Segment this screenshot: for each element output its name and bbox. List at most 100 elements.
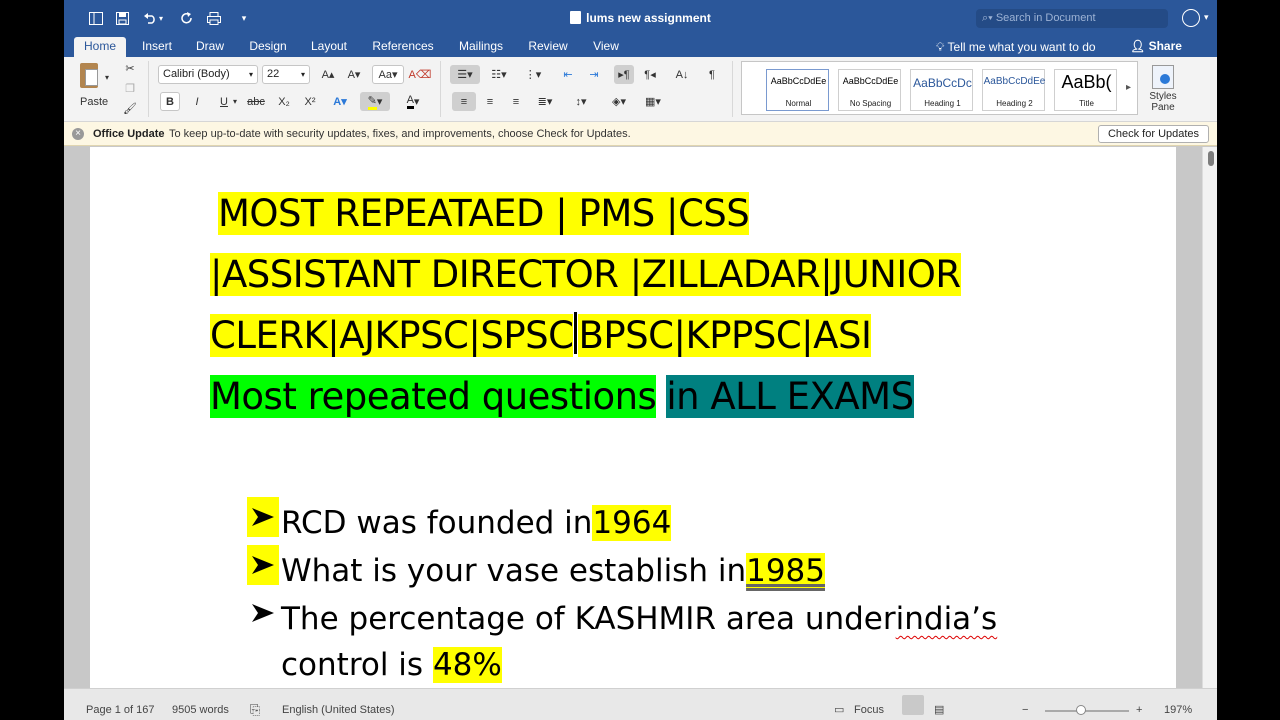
print-layout-icon[interactable] [902, 695, 924, 715]
bullet-text: What is your vase establish in [281, 553, 747, 589]
zoom-out-icon[interactable]: − [1022, 689, 1028, 720]
justify-icon[interactable]: ≣▾ [530, 92, 560, 111]
styles-gallery: AaBbCcDdEe Normal AaBbCcDdEe No Spacing … [741, 61, 1138, 115]
strikethrough-button[interactable]: abc [246, 92, 266, 111]
tab-draw[interactable]: Draw [190, 37, 230, 57]
close-icon[interactable]: × [72, 128, 84, 140]
styles-pane-button[interactable]: Styles Pane [1146, 65, 1180, 113]
tab-view[interactable]: View [586, 37, 626, 57]
shading-icon[interactable]: ◈▾ [604, 92, 634, 111]
tab-references[interactable]: References [366, 37, 440, 57]
font-size-value: 22 [267, 68, 280, 80]
tab-home[interactable]: Home [74, 37, 126, 57]
web-layout-icon[interactable]: ▤ [934, 689, 944, 720]
bullet-text: RCD was founded in [281, 505, 593, 541]
share-button[interactable]: 👤︎ Share [1130, 39, 1182, 53]
paste-icon[interactable] [80, 63, 98, 88]
feedback-smiley-icon[interactable] [1182, 9, 1200, 27]
line-spacing-icon[interactable]: ↕▾ [566, 92, 596, 111]
italic-button[interactable]: I [187, 92, 207, 111]
status-bar: Page 1 of 167 9505 words ⎘ English (Unit… [64, 688, 1217, 720]
underline-dropdown-icon[interactable]: ▾ [230, 92, 240, 111]
ltr-paragraph-icon[interactable]: ▸¶ [614, 65, 634, 84]
document-icon [570, 11, 582, 24]
rtl-paragraph-icon[interactable]: ¶◂ [640, 65, 660, 84]
bullet-text-misspelled: india’s [895, 601, 998, 637]
language-indicator[interactable]: English (United States) [282, 689, 395, 720]
document-page[interactable]: MOST REPEATAED | PMS |CSS |ASSISTANT DIR… [90, 147, 1176, 688]
tab-insert[interactable]: Insert [134, 37, 180, 57]
style-no-spacing[interactable]: AaBbCcDdEe No Spacing [838, 69, 901, 111]
zoom-slider[interactable] [1045, 705, 1129, 715]
ribbon-divider [732, 61, 733, 117]
increase-indent-icon[interactable]: ⇥ [584, 65, 604, 84]
focus-label[interactable]: Focus [854, 689, 884, 720]
tab-design[interactable]: Design [242, 37, 294, 57]
tab-layout[interactable]: Layout [304, 37, 354, 57]
word-count[interactable]: 9505 words [172, 689, 229, 720]
ribbon-tabs: Home Insert Draw Design Layout Reference… [64, 37, 1217, 57]
paste-label[interactable]: Paste [80, 96, 108, 108]
bullet-highlight: 48% [432, 647, 502, 683]
borders-icon[interactable]: ▦▾ [638, 92, 668, 111]
subheading-teal: in ALL EXAMS [666, 375, 914, 418]
cut-icon[interactable]: ✂︎ [120, 59, 140, 78]
zoom-slider-knob[interactable] [1076, 705, 1086, 715]
copy-icon[interactable]: ❐ [120, 79, 140, 98]
document-title-text: lums new assignment [586, 11, 711, 25]
zoom-level[interactable]: 197% [1164, 689, 1192, 720]
shrink-font-icon[interactable]: A▾ [342, 65, 366, 84]
proofing-icon[interactable]: ⎘ [250, 689, 260, 720]
align-left-icon[interactable]: ≡ [452, 92, 476, 111]
page-count[interactable]: Page 1 of 167 [86, 689, 155, 720]
style-name: Heading 1 [924, 99, 961, 108]
align-right-icon[interactable]: ≡ [504, 92, 528, 111]
highlight-color-icon[interactable]: ✎ ▾ [360, 92, 390, 111]
vertical-scrollbar[interactable] [1202, 147, 1217, 688]
numbering-icon[interactable]: ☷▾ [484, 65, 514, 84]
font-color-icon[interactable]: A ▾ [398, 92, 428, 111]
multilevel-list-icon[interactable]: ⋮▾ [518, 65, 548, 84]
styles-gallery-next-icon[interactable]: ▸ [1126, 82, 1131, 93]
clear-formatting-icon[interactable]: A⌫ [409, 65, 432, 84]
chevron-down-icon: ▾ [248, 70, 253, 79]
subheading-green: Most repeated questions [210, 375, 657, 418]
search-input[interactable]: ⌕▾ Search in Document [976, 9, 1168, 28]
scrollbar-thumb[interactable] [1208, 151, 1214, 166]
font-size-select[interactable]: 22 ▾ [262, 65, 310, 84]
zoom-in-icon[interactable]: + [1136, 689, 1142, 720]
decrease-indent-icon[interactable]: ⇤ [558, 65, 578, 84]
change-case-icon[interactable]: Aa▾ [372, 65, 404, 84]
bullets-icon[interactable]: ☰▾ [450, 65, 480, 84]
grow-font-icon[interactable]: A▴ [316, 65, 340, 84]
text-effects-icon[interactable]: A▾ [330, 92, 350, 111]
lightbulb-icon: 💡︎ [936, 40, 948, 54]
style-normal[interactable]: AaBbCcDdEe Normal [766, 69, 829, 111]
style-heading-2[interactable]: AaBbCcDdEe Heading 2 [982, 69, 1045, 111]
style-title[interactable]: AaBb( Title [1054, 69, 1117, 111]
bold-button[interactable]: B [160, 92, 180, 111]
tell-me-search[interactable]: 💡︎ Tell me what you want to do [936, 40, 1096, 55]
tab-review[interactable]: Review [522, 37, 574, 57]
style-name: Title [1079, 99, 1094, 108]
feedback-dropdown-icon[interactable]: ▾ [1204, 12, 1209, 23]
word-window: ▾ ▾ lums new assignment ⌕▾ Search in Doc… [64, 0, 1217, 720]
tab-mailings[interactable]: Mailings [452, 37, 510, 57]
heading-text: MOST REPEATAED | PMS |CSS [218, 192, 750, 235]
sort-icon[interactable]: A↓ [672, 65, 692, 84]
show-formatting-icon[interactable]: ¶ [702, 65, 722, 84]
focus-icon[interactable]: ▭ [834, 689, 844, 720]
align-center-icon[interactable]: ≡ [478, 92, 502, 111]
search-placeholder: Search in Document [995, 12, 1096, 24]
styles-pane-label: Styles Pane [1149, 91, 1177, 113]
check-for-updates-button[interactable]: Check for Updates [1098, 125, 1209, 143]
font-name-select[interactable]: Calibri (Body) ▾ [158, 65, 258, 84]
bullet-text: The percentage of KASHMIR area under [281, 601, 896, 637]
subscript-button[interactable]: X₂ [274, 92, 294, 111]
paste-dropdown-icon[interactable]: ▾ [105, 73, 109, 82]
style-heading-1[interactable]: AaBbCcDc Heading 1 [910, 69, 973, 111]
superscript-button[interactable]: X² [300, 92, 320, 111]
format-painter-icon[interactable]: 🖌︎ [120, 99, 140, 118]
arrow-bullet-icon [247, 593, 279, 633]
heading-text: BPSC|KPPSC|ASI [578, 314, 872, 357]
